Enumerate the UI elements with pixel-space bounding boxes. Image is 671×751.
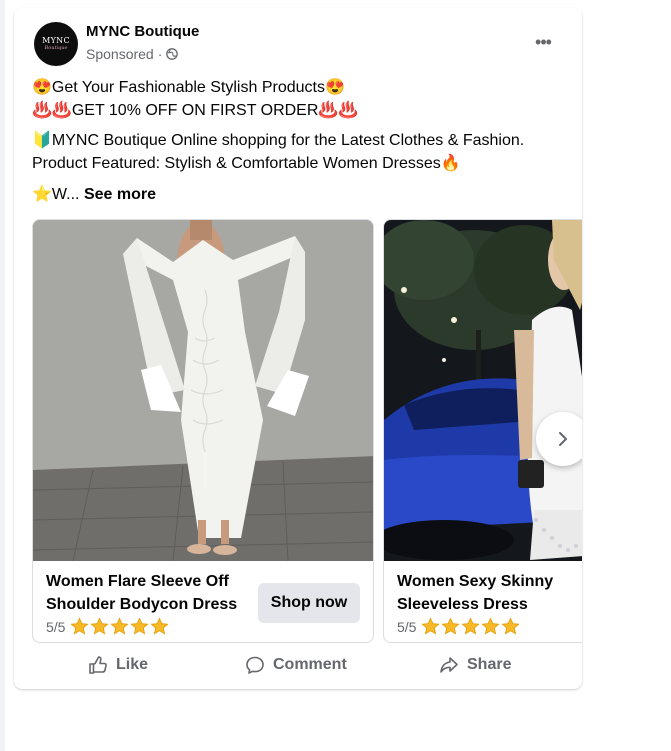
post-text-line-4: Product Featured: Stylish & Comfortable …	[32, 155, 461, 172]
post-text-line-2: ♨️♨️GET 10% OFF ON FIRST ORDER♨️♨️	[32, 102, 359, 119]
product-rating: 5/5	[46, 617, 170, 636]
star-icon	[70, 617, 90, 635]
comment-button[interactable]: Comment	[245, 649, 347, 681]
product-image[interactable]	[384, 220, 582, 561]
post-text-truncated: ⭐W... See more	[32, 183, 572, 206]
star-icon	[481, 617, 501, 635]
star-icon	[501, 617, 521, 635]
post-text-headline: 😍Get Your Fashionable Stylish Products😍 …	[32, 76, 572, 122]
rating-stars	[70, 617, 170, 636]
avatar-logo-subtext: Boutique	[44, 45, 68, 51]
star-icon	[150, 617, 170, 635]
star-icon	[421, 617, 441, 635]
like-button[interactable]: Like	[88, 649, 148, 681]
star-icon	[441, 617, 461, 635]
post-text-line-5: ⭐W...	[32, 186, 80, 203]
star-icon	[90, 617, 110, 635]
page-name[interactable]: MYNC Boutique	[86, 23, 199, 40]
star-icon	[461, 617, 481, 635]
rating-stars	[421, 617, 521, 636]
more-options-icon: •••	[535, 32, 552, 52]
rating-text: 5/5	[397, 618, 417, 635]
rating-text: 5/5	[46, 618, 66, 635]
like-label: Like	[116, 656, 149, 673]
share-button[interactable]: Share	[439, 649, 511, 681]
post-text-line-3: 🔰MYNC Boutique Online shopping for the L…	[32, 132, 525, 149]
comment-label: Comment	[273, 656, 347, 673]
meta-separator: ·	[157, 46, 163, 62]
product-carousel: Women Flare Sleeve Off Shoulder Bodycon …	[32, 219, 582, 643]
product-title[interactable]: Women Flare Sleeve Off Shoulder Bodycon …	[46, 570, 256, 616]
product-rating: 5/5	[397, 617, 521, 636]
page-left-edge	[0, 0, 5, 751]
avatar[interactable]: MYNC Boutique	[34, 22, 78, 66]
comment-icon	[246, 656, 264, 674]
sponsored-label[interactable]: Sponsored	[86, 46, 154, 62]
like-icon	[89, 656, 107, 674]
avatar-logo-text: MYNC	[42, 36, 70, 45]
shop-now-button[interactable]: Shop now	[258, 583, 360, 623]
post-meta: Sponsored ·	[86, 46, 179, 62]
star-icon	[110, 617, 130, 635]
post-text-body: 🔰MYNC Boutique Online shopping for the L…	[32, 129, 572, 175]
sponsored-post: MYNC Boutique MYNC Boutique Sponsored · …	[14, 8, 582, 689]
product-title[interactable]: Women Sexy Skinny Sleeveless Dress	[397, 570, 582, 616]
chevron-right-icon	[559, 432, 567, 446]
share-icon	[440, 657, 458, 673]
post-text-line-1: 😍Get Your Fashionable Stylish Products😍	[32, 79, 345, 96]
carousel-card[interactable]: Women Flare Sleeve Off Shoulder Bodycon …	[32, 219, 374, 643]
share-label: Share	[467, 656, 512, 673]
product-image[interactable]	[33, 220, 373, 561]
see-more-link[interactable]: See more	[84, 186, 156, 203]
more-options-button[interactable]: •••	[529, 28, 557, 56]
post-action-bar: Like Comment Share	[14, 649, 582, 681]
star-icon	[130, 617, 150, 635]
carousel-next-button[interactable]	[536, 412, 582, 466]
globe-icon	[166, 48, 179, 60]
